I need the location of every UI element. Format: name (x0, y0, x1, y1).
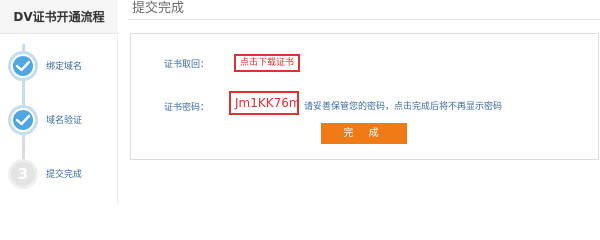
result-panel: 证书取回： 点击下载证书 证书密码： Jm1KK76m 请妥善保管您的密码，点击… (130, 33, 599, 160)
checkmark-icon (8, 51, 38, 81)
page-title: 提交完成 (132, 1, 185, 16)
certificate-fetch-label: 证书取回： (164, 60, 210, 70)
sidebar-title: DV证书开通流程 (0, 0, 118, 34)
download-certificate-link[interactable]: 点击下载证书 (234, 54, 301, 72)
title-divider (128, 19, 600, 20)
finish-button[interactable]: 完 成 (321, 123, 407, 144)
step-bind-domain[interactable]: 绑定域名 (8, 51, 116, 81)
certificate-password-label: 证书密码： (164, 103, 210, 113)
step-number-badge: 3 (8, 159, 38, 189)
step-label: 绑定域名 (46, 62, 83, 72)
step-label: 域名验证 (46, 116, 83, 126)
password-hint: 请妥善保管您的密码，点击完成后将不再显示密码 (304, 102, 503, 112)
step-submit-complete[interactable]: 3 提交完成 (8, 159, 116, 189)
step-label: 提交完成 (46, 170, 83, 180)
checkmark-icon (8, 105, 38, 135)
step-domain-verify[interactable]: 域名验证 (8, 105, 116, 135)
password-text: Jm1KK76m (235, 96, 299, 110)
sidebar: DV证书开通流程 绑定域名 域名验证 3 提交完成 (0, 0, 118, 205)
certificate-password-value: Jm1KK76m (229, 91, 299, 115)
